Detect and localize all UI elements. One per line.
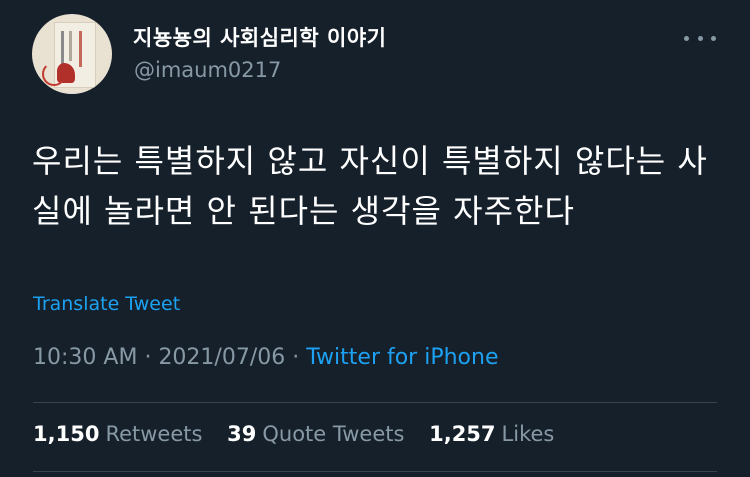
retweets-stat[interactable]: 1,150 Retweets [33, 422, 209, 446]
avatar[interactable] [32, 14, 112, 94]
book-title-line [69, 31, 72, 61]
more-dots-icon[interactable] [684, 34, 716, 42]
meta-separator: · [292, 345, 300, 370]
book-title-line [79, 31, 82, 67]
engagement-stats: 1,150 Retweets 39 Quote Tweets 1,257 Likes [33, 422, 572, 446]
likes-stat[interactable]: 1,257 Likes [429, 422, 554, 446]
dot [684, 35, 689, 41]
book-curve-decoration [42, 62, 66, 86]
likes-count: 1,257 [429, 422, 496, 446]
tweet-text: 우리는 특별하지 않고 자신이 특별하지 않다는 사실에 놀라면 안 된다는 생… [32, 142, 708, 230]
divider [33, 402, 717, 403]
dot [697, 35, 703, 41]
display-name[interactable]: 지뇽뇽의 사회심리학 이야기 [133, 22, 386, 52]
user-handle[interactable]: @imaum0217 [134, 58, 281, 82]
tweet-source-link[interactable]: Twitter for iPhone [306, 345, 498, 370]
divider [33, 471, 717, 472]
dot [711, 35, 716, 41]
retweets-count: 1,150 [33, 422, 100, 446]
tweet-metadata: 10:30 AM · 2021/07/06 · Twitter for iPho… [33, 345, 498, 370]
quote-tweets-stat[interactable]: 39 Quote Tweets [227, 422, 411, 446]
retweets-label: Retweets [105, 422, 203, 446]
translate-tweet-link[interactable]: Translate Tweet [33, 293, 180, 315]
tweet-date[interactable]: 2021/07/06 [158, 345, 285, 370]
meta-separator: · [144, 345, 152, 370]
quote-tweets-count: 39 [227, 422, 257, 446]
likes-label: Likes [501, 422, 555, 446]
tweet-time[interactable]: 10:30 AM [33, 345, 137, 370]
quote-tweets-label: Quote Tweets [262, 422, 405, 446]
